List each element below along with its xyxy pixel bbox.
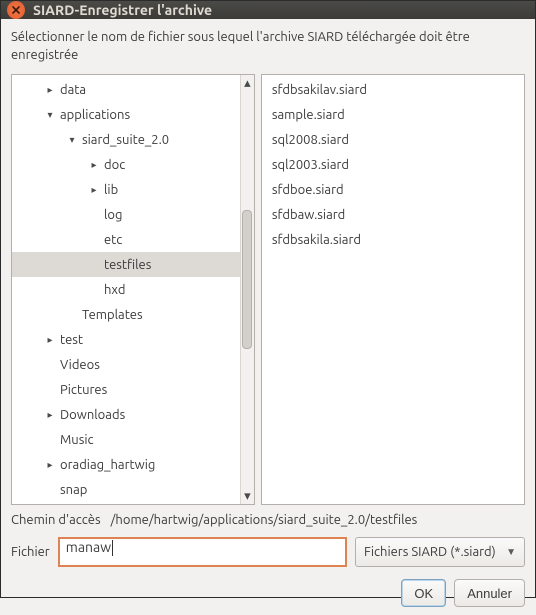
file-item[interactable]: sfdboe.siard — [262, 177, 524, 202]
filename-label: Fichier — [11, 545, 50, 559]
tree-item[interactable]: Videos — [12, 352, 240, 377]
tree-twisty-closed-icon[interactable]: ▸ — [42, 409, 58, 421]
filetype-filter-label: Fichiers SIARD (*.siard) — [364, 545, 496, 559]
chevron-down-icon: ▼ — [496, 546, 516, 558]
tree-item[interactable]: ▸doc — [12, 152, 240, 177]
dialog-footer: OK Annuler — [11, 579, 525, 607]
file-item[interactable]: sql2003.siard — [262, 152, 524, 177]
tree-item-label: oradiag_hartwig — [58, 458, 155, 472]
tree-item-label: Pictures — [58, 383, 107, 397]
file-list[interactable]: sfdbsakilav.siardsample.siardsql2008.sia… — [262, 75, 524, 504]
panes: ▸data▾applications▾siard_suite_2.0▸doc▸l… — [11, 74, 525, 505]
file-item[interactable]: sfdbsakila.siard — [262, 227, 524, 252]
tree-item-label: Templates — [80, 308, 143, 322]
tree-item[interactable]: ▸data — [12, 77, 240, 102]
tree-twisty-open-icon[interactable]: ▾ — [42, 109, 58, 121]
file-item[interactable]: sql2008.siard — [262, 127, 524, 152]
tree-item[interactable]: Templates — [12, 302, 240, 327]
tree-item-label: Videos — [58, 358, 100, 372]
window-title: SIARD-Enregistrer l'archive — [33, 2, 212, 18]
cancel-button[interactable]: Annuler — [454, 579, 525, 607]
close-icon — [11, 5, 21, 15]
dialog-body: Sélectionner le nom de fichier sous lequ… — [1, 19, 535, 615]
filename-wrap: Fichier manaw — [11, 537, 347, 567]
tree-twisty-open-icon[interactable]: ▾ — [64, 134, 80, 146]
folder-tree-pane: ▸data▾applications▾siard_suite_2.0▸doc▸l… — [11, 74, 255, 505]
tree-item-label: snap — [58, 483, 87, 497]
folder-tree[interactable]: ▸data▾applications▾siard_suite_2.0▸doc▸l… — [12, 75, 240, 504]
tree-item[interactable]: hxd — [12, 277, 240, 302]
instruction-text: Sélectionner le nom de fichier sous lequ… — [11, 29, 525, 64]
file-list-pane: sfdbsakilav.siardsample.siardsql2008.sia… — [261, 74, 525, 505]
tree-twisty-closed-icon[interactable]: ▸ — [42, 334, 58, 346]
dialog-window: SIARD-Enregistrer l'archive Sélectionner… — [0, 0, 536, 598]
tree-item-label: lib — [102, 183, 118, 197]
tree-twisty-closed-icon[interactable]: ▸ — [86, 159, 102, 171]
tree-item[interactable]: testfiles — [12, 252, 240, 277]
tree-item-label: testfiles — [102, 258, 151, 272]
tree-item[interactable]: etc — [12, 227, 240, 252]
path-label: Chemin d'accès — [11, 513, 101, 527]
filename-value: manaw — [66, 539, 111, 555]
tree-item-label: data — [58, 83, 86, 97]
scroll-down-arrow[interactable]: ▾ — [240, 488, 254, 504]
scrollbar-thumb[interactable] — [242, 210, 252, 349]
tree-item-label: doc — [102, 158, 125, 172]
titlebar: SIARD-Enregistrer l'archive — [1, 1, 535, 19]
tree-item[interactable]: ▾siard_suite_2.0 — [12, 127, 240, 152]
ok-button[interactable]: OK — [401, 579, 446, 607]
close-button[interactable] — [7, 1, 25, 19]
tree-item[interactable]: ▾applications — [12, 102, 240, 127]
tree-item-label: Downloads — [58, 408, 125, 422]
tree-twisty-closed-icon[interactable]: ▸ — [42, 84, 58, 96]
tree-item[interactable]: log — [12, 202, 240, 227]
text-caret — [112, 540, 113, 556]
tree-item-label: test — [58, 333, 83, 347]
tree-scrollbar[interactable]: ▴ ▾ — [240, 75, 254, 504]
file-item[interactable]: sfdbaw.siard — [262, 202, 524, 227]
scroll-up-arrow[interactable]: ▴ — [240, 75, 254, 91]
tree-item[interactable]: snap — [12, 477, 240, 502]
scroll-track[interactable] — [240, 91, 254, 488]
tree-item-label: Music — [58, 433, 94, 447]
tree-item[interactable]: ▸oradiag_hartwig — [12, 452, 240, 477]
tree-item-label: siard_suite_2.0 — [80, 133, 169, 147]
path-row: Chemin d'accès /home/hartwig/application… — [11, 513, 525, 527]
tree-item[interactable]: ▸Downloads — [12, 402, 240, 427]
tree-item-label: etc — [102, 233, 122, 247]
path-value: /home/hartwig/applications/siard_suite_2… — [111, 513, 418, 527]
tree-twisty-closed-icon[interactable]: ▸ — [86, 184, 102, 196]
tree-item-label: log — [102, 208, 123, 222]
filename-row: Fichier manaw Fichiers SIARD (*.siard) ▼ — [11, 537, 525, 567]
tree-twisty-closed-icon[interactable]: ▸ — [42, 459, 58, 471]
tree-item-label: hxd — [102, 283, 125, 297]
filetype-filter[interactable]: Fichiers SIARD (*.siard) ▼ — [355, 537, 525, 567]
filename-input[interactable]: manaw — [58, 537, 347, 567]
tree-item[interactable]: Pictures — [12, 377, 240, 402]
file-item[interactable]: sfdbsakilav.siard — [262, 77, 524, 102]
tree-item[interactable]: ▸lib — [12, 177, 240, 202]
file-item[interactable]: sample.siard — [262, 102, 524, 127]
tree-item-label: applications — [58, 108, 130, 122]
tree-item[interactable]: Music — [12, 427, 240, 452]
tree-item[interactable]: ▸test — [12, 327, 240, 352]
